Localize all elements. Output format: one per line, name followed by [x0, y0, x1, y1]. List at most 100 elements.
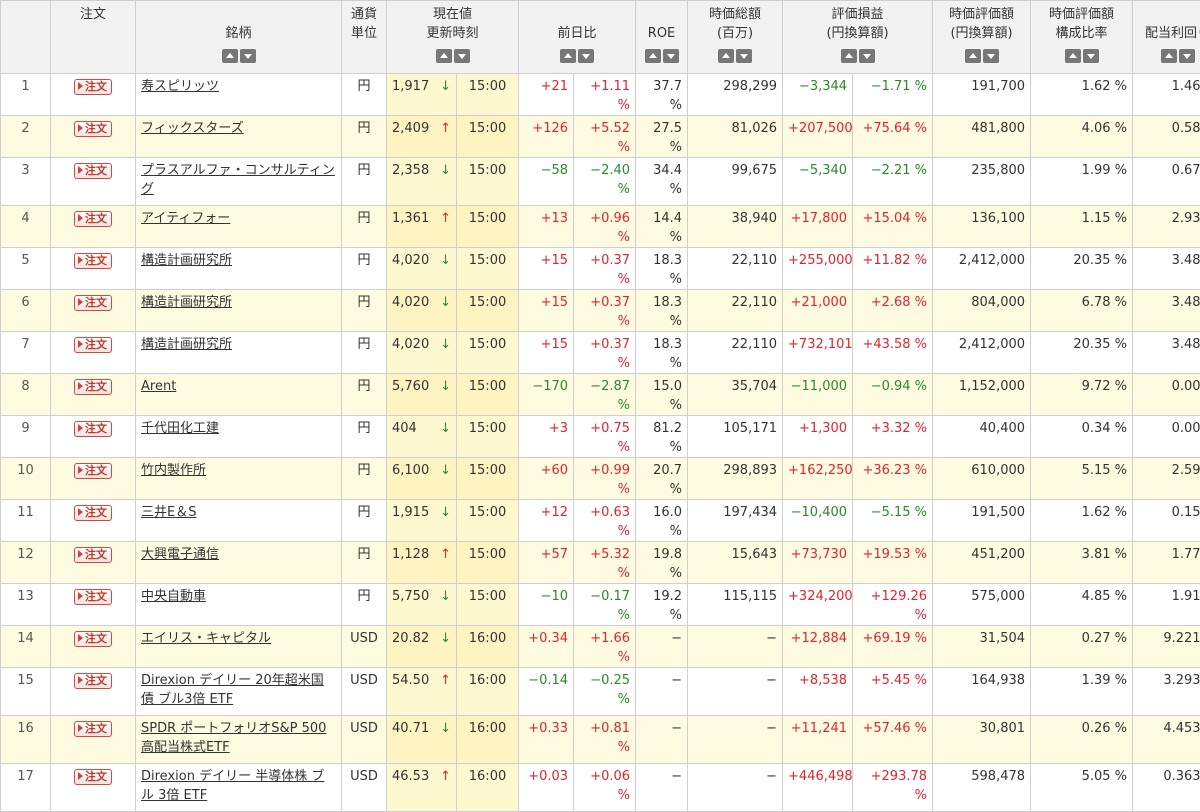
- order-button[interactable]: 注文: [74, 721, 112, 737]
- change-percent: −2.87 %: [574, 374, 636, 416]
- valuation-value: 136,100: [933, 206, 1031, 248]
- profit-loss-value: +8,538: [783, 668, 853, 716]
- price-value: 5,750: [392, 587, 429, 606]
- stock-name-link[interactable]: 寿スピリッツ: [141, 79, 219, 94]
- sort-asc-icon[interactable]: [1161, 49, 1177, 63]
- profit-loss-percent: −5.15 %: [853, 500, 933, 542]
- arrow-up-icon: ↑: [440, 119, 451, 138]
- profit-loss-value: +21,000: [783, 290, 853, 332]
- order-button[interactable]: 注文: [74, 631, 112, 647]
- sort-desc-icon[interactable]: [240, 49, 256, 63]
- stock-name-link[interactable]: 千代田化工建: [141, 421, 219, 436]
- stock-name-link[interactable]: 構造計画研究所: [141, 295, 232, 310]
- stock-name-link[interactable]: 構造計画研究所: [141, 253, 232, 268]
- order-button[interactable]: 注文: [74, 769, 112, 785]
- market-cap-value: 115,115: [688, 584, 783, 626]
- sort-desc-icon[interactable]: [736, 49, 752, 63]
- yield-value: 0.00 %: [1133, 416, 1200, 458]
- arrow-down-icon: ↓: [440, 503, 451, 522]
- price-cell: 4,020↓: [387, 332, 457, 374]
- profit-loss-percent: +5.45 %: [853, 668, 933, 716]
- market-cap-value: 81,026: [688, 116, 783, 158]
- table-header-row: 注文 銘柄 通貨 単位 現在値 更新時刻 前日比 ROE: [1, 1, 1200, 74]
- sort-asc-icon[interactable]: [841, 49, 857, 63]
- sort-asc-icon[interactable]: [1065, 49, 1081, 63]
- name-cell: 構造計画研究所: [136, 290, 342, 332]
- stock-name-link[interactable]: 竹内製作所: [141, 463, 206, 478]
- order-button[interactable]: 注文: [74, 379, 112, 395]
- change-percent: +0.96 %: [574, 206, 636, 248]
- sort-asc-icon[interactable]: [436, 49, 452, 63]
- stock-name-link[interactable]: Direxion デイリー 半導体株 ブル 3倍 ETF: [141, 769, 324, 803]
- order-button[interactable]: 注文: [74, 421, 112, 437]
- update-time: 15:00: [457, 542, 519, 584]
- arrow-up-icon: ↑: [440, 545, 451, 564]
- change-percent: −2.40 %: [574, 158, 636, 206]
- stock-name-link[interactable]: SPDR ポートフォリオS&P 500 高配当株式ETF: [141, 721, 326, 755]
- ratio-value: 5.15 %: [1031, 458, 1133, 500]
- order-button[interactable]: 注文: [74, 121, 112, 137]
- price-cell: 1,361↑: [387, 206, 457, 248]
- order-button[interactable]: 注文: [74, 547, 112, 563]
- order-button[interactable]: 注文: [74, 79, 112, 95]
- sort-desc-icon[interactable]: [663, 49, 679, 63]
- change-percent: +0.75 %: [574, 416, 636, 458]
- table-row: 13注文中央自動車円5,750↓15:00−10−0.17 %19.2 %115…: [1, 584, 1200, 626]
- price-cell: 1,917↓: [387, 74, 457, 116]
- sort-asc-icon[interactable]: [222, 49, 238, 63]
- order-button[interactable]: 注文: [74, 253, 112, 269]
- row-index: 6: [1, 290, 51, 332]
- stock-name-link[interactable]: プラスアルファ・コンサルティング: [141, 163, 335, 197]
- stock-name-link[interactable]: フィックスターズ: [141, 121, 244, 136]
- change-percent: +1.66 %: [574, 626, 636, 668]
- stock-name-link[interactable]: アイティフォー: [141, 211, 230, 226]
- order-button[interactable]: 注文: [74, 505, 112, 521]
- table-row: 2注文フィックスターズ円2,409↑15:00+126+5.52 %27.5 %…: [1, 116, 1200, 158]
- order-button[interactable]: 注文: [74, 673, 112, 689]
- change-value: +57: [519, 542, 574, 584]
- table-row: 5注文構造計画研究所円4,020↓15:00+15+0.37 %18.3 %22…: [1, 248, 1200, 290]
- sort-desc-icon[interactable]: [454, 49, 470, 63]
- valuation-value: 191,500: [933, 500, 1031, 542]
- change-value: −58: [519, 158, 574, 206]
- order-button[interactable]: 注文: [74, 163, 112, 179]
- sort-desc-icon[interactable]: [983, 49, 999, 63]
- currency-cell: USD: [342, 764, 387, 812]
- sort-asc-icon[interactable]: [645, 49, 661, 63]
- play-icon: [78, 124, 83, 132]
- stock-name-link[interactable]: Direxion デイリー 20年超米国債 ブル3倍 ETF: [141, 673, 324, 707]
- order-cell: 注文: [51, 290, 136, 332]
- order-cell: 注文: [51, 716, 136, 764]
- stock-name-link[interactable]: 大興電子通信: [141, 547, 219, 562]
- sort-desc-icon[interactable]: [578, 49, 594, 63]
- currency-cell: 円: [342, 374, 387, 416]
- play-icon: [78, 340, 83, 348]
- sort-asc-icon[interactable]: [965, 49, 981, 63]
- change-value: +15: [519, 248, 574, 290]
- order-button[interactable]: 注文: [74, 589, 112, 605]
- stock-name-link[interactable]: 構造計画研究所: [141, 337, 232, 352]
- order-button[interactable]: 注文: [74, 337, 112, 353]
- stock-name-link[interactable]: エイリス・キャピタル: [141, 631, 271, 646]
- price-value: 1,128: [392, 545, 429, 564]
- sort-desc-icon[interactable]: [1179, 49, 1195, 63]
- ratio-value: 6.78 %: [1031, 290, 1133, 332]
- sort-asc-icon[interactable]: [560, 49, 576, 63]
- currency-cell: USD: [342, 668, 387, 716]
- order-cell: 注文: [51, 500, 136, 542]
- order-button[interactable]: 注文: [74, 211, 112, 227]
- price-cell: 54.50↑: [387, 668, 457, 716]
- sort-asc-icon[interactable]: [718, 49, 734, 63]
- stock-name-link[interactable]: 中央自動車: [141, 589, 206, 604]
- stock-name-link[interactable]: Arent: [141, 379, 176, 394]
- change-percent: +0.81 %: [574, 716, 636, 764]
- play-icon: [78, 592, 83, 600]
- currency-cell: 円: [342, 158, 387, 206]
- sort-desc-icon[interactable]: [859, 49, 875, 63]
- change-value: +0.34: [519, 626, 574, 668]
- order-button[interactable]: 注文: [74, 463, 112, 479]
- order-button[interactable]: 注文: [74, 295, 112, 311]
- sort-desc-icon[interactable]: [1083, 49, 1099, 63]
- update-time: 15:00: [457, 374, 519, 416]
- stock-name-link[interactable]: 三井E＆S: [141, 505, 196, 520]
